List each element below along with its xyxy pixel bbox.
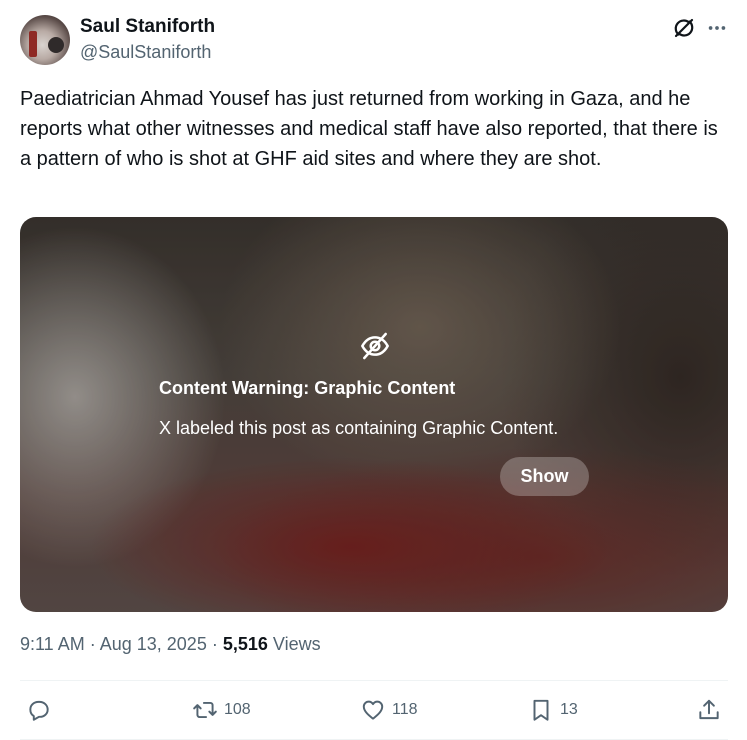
media-warning-card: Content Warning: Graphic Content X label… (20, 217, 728, 612)
eye-slash-icon (359, 330, 391, 362)
views-label: Views (267, 634, 321, 654)
share-icon (699, 699, 719, 720)
bookmark-count: 13 (560, 701, 578, 718)
author-name[interactable]: Saul Staniforth (80, 16, 215, 38)
show-button[interactable]: Show (500, 457, 589, 496)
post-meta: 9:11 AM · Aug 13, 2025 · 5,516 Views (20, 634, 321, 655)
more-icon[interactable] (703, 14, 731, 42)
meta-separator: · (84, 634, 100, 654)
repost-icon (193, 701, 217, 719)
grok-icon[interactable] (670, 14, 698, 42)
post-date[interactable]: Aug 13, 2025 (100, 634, 207, 654)
content-warning-title: Content Warning: Graphic Content (159, 378, 456, 398)
tweet-text: Paediatrician Ahmad Yousef has just retu… (20, 88, 718, 170)
author-handle[interactable]: @SaulStaniforth (80, 42, 211, 63)
media-blur-overlay (20, 217, 728, 612)
repost-count: 108 (224, 701, 251, 718)
like-count: 118 (392, 701, 418, 718)
divider (20, 680, 728, 681)
avatar-detail (29, 31, 37, 57)
like-button[interactable]: 118 (360, 695, 418, 725)
share-button[interactable] (696, 695, 722, 725)
avatar-detail (48, 37, 64, 53)
reply-button[interactable] (26, 695, 58, 725)
avatar[interactable] (20, 15, 70, 65)
bookmark-button[interactable]: 13 (528, 695, 578, 725)
repost-button[interactable]: 108 (192, 695, 251, 725)
bookmark-icon (533, 699, 549, 721)
content-warning-body: X labeled this post as containing Graphi… (159, 418, 559, 438)
post-time[interactable]: 9:11 AM (20, 634, 85, 654)
heart-icon (362, 700, 384, 720)
views-count: 5,516 (222, 634, 268, 654)
reply-icon (29, 700, 49, 721)
meta-separator: · (206, 634, 223, 654)
